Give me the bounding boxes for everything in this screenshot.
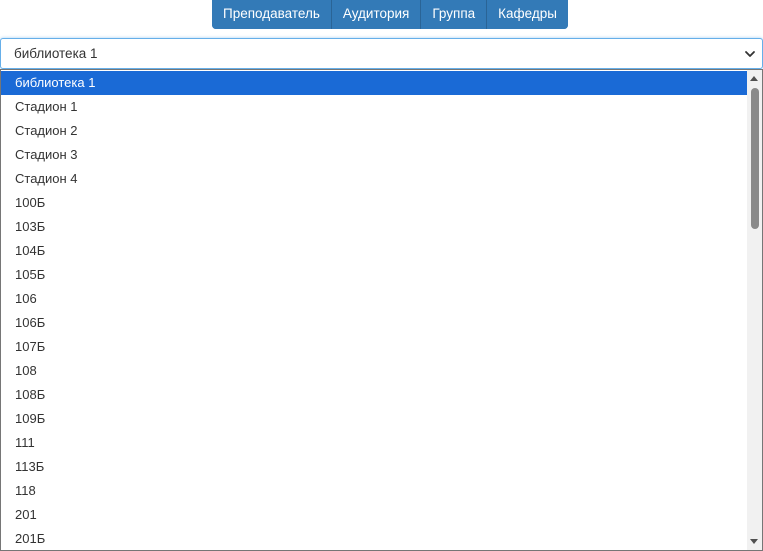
select-option[interactable]: 103Б <box>1 215 748 239</box>
page: Преподаватель Аудитория Группа Кафедры б… <box>0 0 763 551</box>
select-option[interactable]: 201 <box>1 503 748 527</box>
select-option[interactable]: 100Б <box>1 191 748 215</box>
teacher-button[interactable]: Преподаватель <box>212 0 332 29</box>
chevron-down-icon <box>745 51 755 57</box>
select-option[interactable]: 109Б <box>1 407 748 431</box>
select-option[interactable]: Стадион 3 <box>1 143 748 167</box>
select-option[interactable]: 105Б <box>1 263 748 287</box>
select-option[interactable]: библиотека 1 <box>1 71 748 95</box>
departments-button[interactable]: Кафедры <box>487 0 568 29</box>
option-list: библиотека 1 Стадион 1 Стадион 2 Стадион 3С… <box>1 71 748 550</box>
select-option[interactable]: Стадион 4 <box>1 167 748 191</box>
select-option[interactable]: 104Б <box>1 239 748 263</box>
arrow-down-icon[interactable] <box>750 539 758 544</box>
scrollbar[interactable] <box>747 70 762 550</box>
select-option[interactable]: 111 <box>1 431 748 455</box>
select-dropdown-list[interactable]: библиотека 1 Стадион 1 Стадион 2 Стадион 3С… <box>0 69 763 551</box>
auditorium-select[interactable]: библиотека 1 <box>0 38 763 69</box>
select-option[interactable]: 113Б <box>1 455 748 479</box>
arrow-up-icon[interactable] <box>750 76 758 81</box>
group-button[interactable]: Группа <box>421 0 488 29</box>
select-option[interactable]: 106 <box>1 287 748 311</box>
nav-button-group: Преподаватель Аудитория Группа Кафедры <box>212 0 568 29</box>
select-option[interactable]: 107Б <box>1 335 748 359</box>
select-option[interactable]: Стадион 1 <box>1 95 748 119</box>
select-option[interactable]: 108Б <box>1 383 748 407</box>
select-option[interactable]: 201Б <box>1 527 748 550</box>
select-option[interactable]: 106Б <box>1 311 748 335</box>
select-option[interactable]: Стадион 2 <box>1 119 748 143</box>
auditorium-button[interactable]: Аудитория <box>331 0 422 29</box>
select-option[interactable]: 108 <box>1 359 748 383</box>
scroll-thumb[interactable] <box>751 88 759 229</box>
select-option[interactable]: 118 <box>1 479 748 503</box>
select-current-value: библиотека 1 <box>14 46 98 61</box>
